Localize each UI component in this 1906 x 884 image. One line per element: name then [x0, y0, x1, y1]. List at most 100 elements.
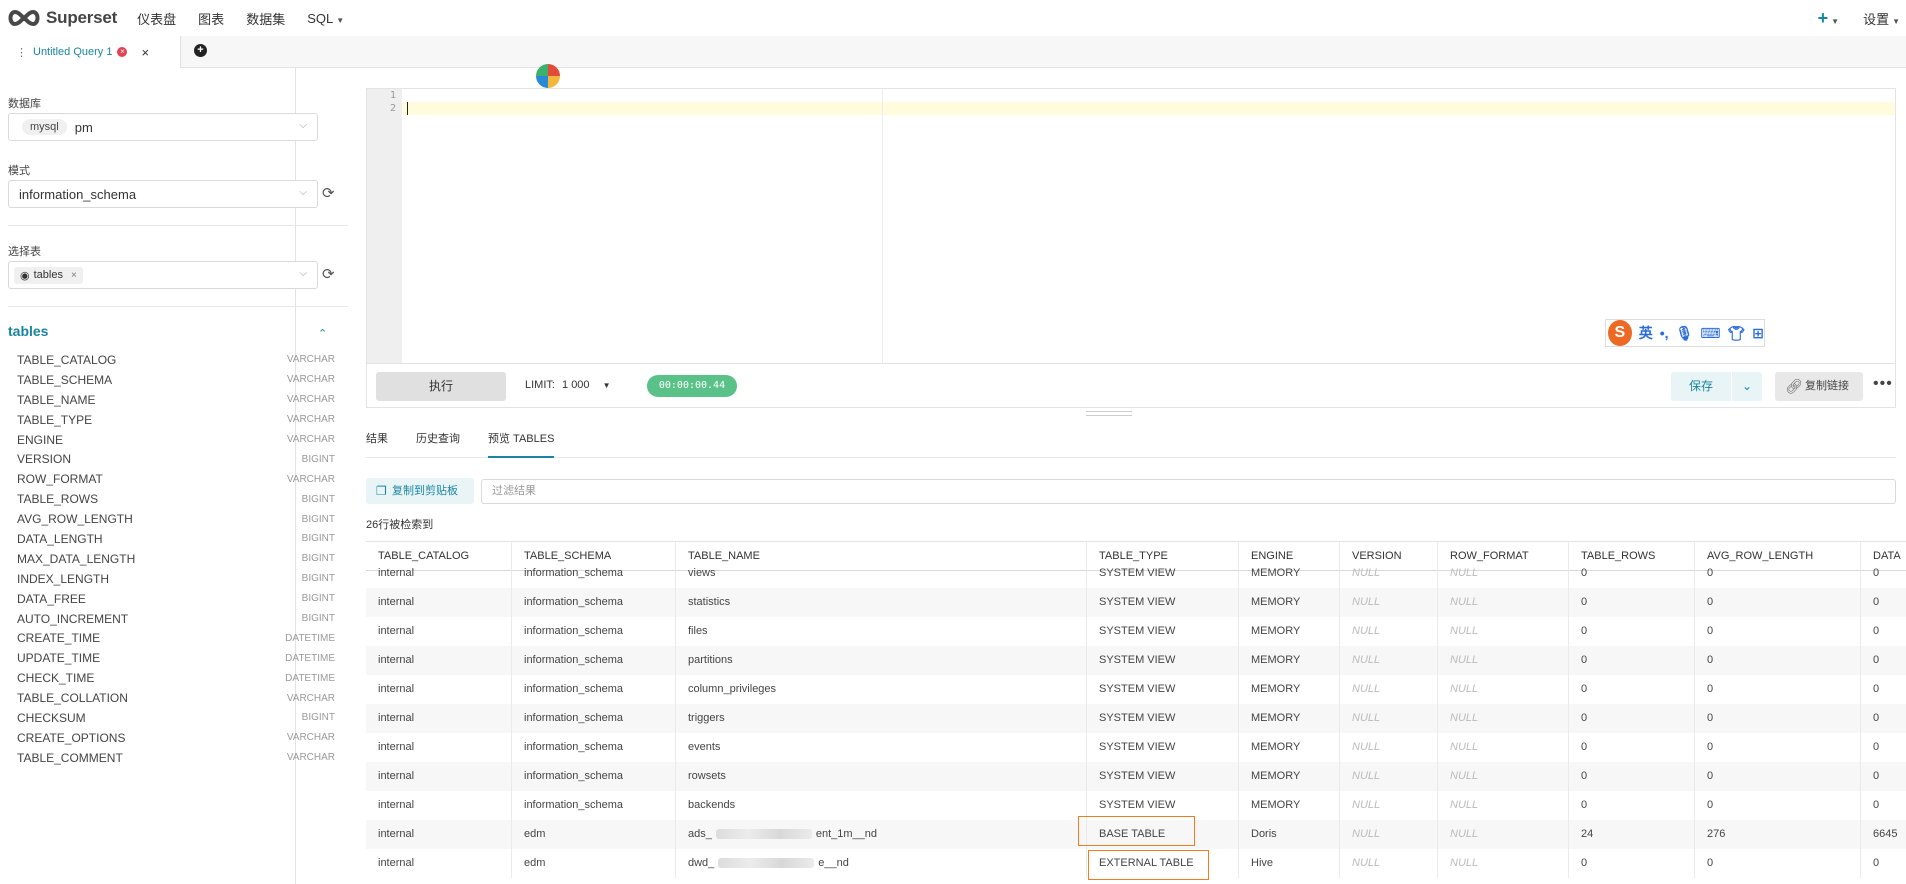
cell-value: 0	[1581, 625, 1588, 637]
database-select[interactable]: mysql pm ⌵	[8, 113, 318, 141]
brand-name: Superset	[46, 8, 118, 27]
cell-value: NULL	[1450, 799, 1479, 811]
settings-menu[interactable]: 设置 ▼	[1863, 9, 1900, 28]
cell-value: MEMORY	[1251, 770, 1301, 782]
copy-link-button[interactable]: 🔗︎ 复制链接	[1775, 372, 1863, 401]
cell-value: 0	[1581, 683, 1588, 695]
settings-label: 设置	[1863, 11, 1890, 27]
table-chip[interactable]: ◉ tables ×	[14, 266, 83, 284]
column-type: VARCHAR	[286, 354, 335, 366]
column-type: BIGINT	[301, 712, 335, 724]
table-cell: information_schema	[512, 588, 676, 617]
top-navbar: Superset 仪表盘 图表 数据集 SQL ▼ + ▼ 设置 ▼	[0, 0, 1906, 36]
table-cell: backends	[676, 791, 1087, 820]
drag-handle-icon[interactable]: ⋮	[16, 46, 27, 59]
table-cell: NULL	[1340, 559, 1438, 588]
copy-to-clipboard-button[interactable]: ❐ 复制到剪贴板	[366, 478, 474, 504]
table-cell: 0	[1569, 762, 1695, 791]
table-cell: MEMORY	[1239, 733, 1340, 762]
tab-label: Untitled Query 1	[33, 46, 113, 58]
table-cell: NULL	[1340, 849, 1438, 878]
cell-value: triggers	[688, 712, 725, 724]
cell-value: 0	[1581, 857, 1588, 869]
table-cell: SYSTEM VIEW	[1087, 588, 1239, 617]
new-item-button[interactable]: + ▼	[1818, 8, 1839, 29]
table-cell: information_schema	[512, 791, 676, 820]
close-tab-button[interactable]: ×	[141, 45, 149, 60]
microphone-icon[interactable]: 🎙︎	[1675, 325, 1693, 342]
table-cell: internal	[366, 733, 512, 762]
ime-lang-toggle[interactable]: 英	[1639, 323, 1653, 343]
column-name: ROW_FORMAT	[17, 472, 103, 487]
cell-value: 0	[1581, 596, 1588, 608]
chevron-down-icon: ⌵	[299, 187, 307, 198]
column-list: TABLE_CATALOG VARCHAR TABLE_SCHEMA VARCHAR T…	[17, 350, 335, 768]
resize-handle[interactable]	[1086, 411, 1132, 416]
skin-icon[interactable]: 👕︎	[1727, 325, 1745, 342]
text-cursor	[407, 102, 408, 115]
cell-value: internal	[378, 857, 415, 869]
run-button[interactable]: 执行	[376, 372, 506, 401]
cell-value: SYSTEM VIEW	[1099, 683, 1176, 695]
ime-toolbar[interactable]: S 英 •, 🎙︎ ⌨ 👕︎ ⊞	[1605, 319, 1765, 347]
line-number: 1	[389, 90, 396, 101]
cell-value: 0	[1581, 712, 1588, 724]
table-cell: MEMORY	[1239, 646, 1340, 675]
column-item: TABLE_SCHEMA VARCHAR	[17, 370, 335, 390]
collapse-icon[interactable]: ⌃	[318, 327, 327, 340]
cell-value: dwd_	[688, 857, 715, 869]
more-options-icon[interactable]: •••	[1873, 375, 1893, 393]
remove-table-icon[interactable]: ×	[71, 270, 77, 281]
tab-results[interactable]: 结果	[366, 430, 388, 458]
table-cell: NULL	[1340, 588, 1438, 617]
cell-value-suffix: ent_1m__nd	[815, 828, 878, 840]
cell-value: NULL	[1450, 567, 1479, 579]
nav-sql-menu[interactable]: SQL ▼	[307, 11, 344, 26]
cell-value: SYSTEM VIEW	[1099, 712, 1176, 724]
cell-value: 0	[1707, 683, 1714, 695]
column-item: TABLE_CATALOG VARCHAR	[17, 350, 335, 370]
limit-dropdown[interactable]: LIMIT: 1 000 ▼	[525, 379, 611, 391]
column-item: TABLE_NAME VARCHAR	[17, 390, 335, 410]
column-name: TABLE_ROWS	[17, 492, 99, 507]
table-cell: 0	[1569, 791, 1695, 820]
brand[interactable]: Superset	[6, 8, 117, 28]
cell-value: NULL	[1450, 770, 1479, 782]
save-dropdown-button[interactable]: ⌄	[1732, 372, 1762, 401]
nav-charts[interactable]: 图表	[198, 9, 224, 28]
column-name: UPDATE_TIME	[17, 651, 101, 666]
save-button[interactable]: 保存	[1671, 372, 1731, 401]
table-cell: 0	[1861, 646, 1906, 675]
tab-untitled-query-1[interactable]: ⋮ Untitled Query 1 × ×	[0, 36, 181, 68]
filter-results-input[interactable]: 过滤结果	[481, 479, 1896, 504]
table-cell: NULL	[1340, 617, 1438, 646]
query-timer: 00:00:00.44	[647, 375, 737, 397]
grid-menu-icon[interactable]: ⊞	[1752, 325, 1764, 342]
nav-dashboards[interactable]: 仪表盘	[137, 9, 176, 28]
refresh-tables-icon[interactable]: ⟳	[322, 265, 335, 283]
table-cell: Doris	[1239, 820, 1340, 849]
table-cell: internal	[366, 559, 512, 588]
table-cell: information_schema	[512, 675, 676, 704]
highlight-box	[1078, 816, 1195, 846]
table-schema-header[interactable]: tables	[8, 323, 48, 339]
table-cell: ads_ ent_1m__nd	[676, 820, 1087, 849]
cell-value: 0	[1873, 857, 1880, 869]
column-type: DATETIME	[285, 632, 335, 644]
column-type: VARCHAR	[286, 374, 335, 386]
ime-punct-toggle[interactable]: •,	[1660, 325, 1669, 341]
table-cell: NULL	[1438, 762, 1569, 791]
table-select[interactable]: ◉ tables × ⌵	[8, 261, 318, 289]
refresh-schema-icon[interactable]: ⟳	[322, 184, 335, 202]
add-tab-button[interactable]: +	[194, 44, 207, 57]
cell-value: SYSTEM VIEW	[1099, 625, 1176, 637]
tab-preview-tables[interactable]: 预览 TABLES	[488, 430, 555, 458]
column-name: CREATE_TIME	[17, 631, 101, 646]
table-cell: 0	[1569, 849, 1695, 878]
cell-value: NULL	[1352, 625, 1381, 637]
nav-datasets[interactable]: 数据集	[246, 9, 285, 28]
tab-query-history[interactable]: 历史查询	[416, 430, 460, 458]
schema-select[interactable]: information_schema ⌵	[8, 180, 318, 208]
table-row: internal information_schema column_privile…	[366, 675, 1906, 704]
keyboard-icon[interactable]: ⌨	[1700, 325, 1720, 342]
